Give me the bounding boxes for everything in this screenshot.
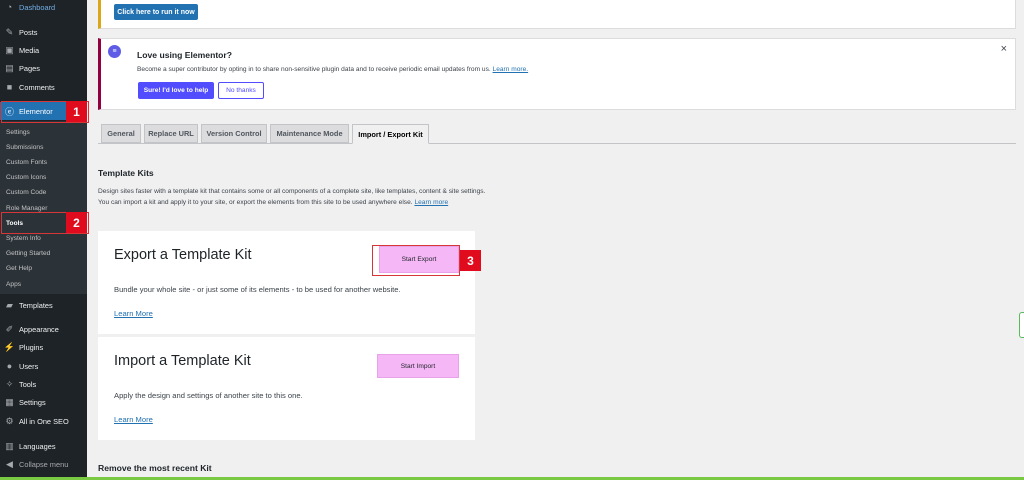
comment-icon: ■ xyxy=(6,82,13,92)
floating-side-tab[interactable] xyxy=(1019,312,1024,338)
tab-import-export-kit[interactable]: Import / Export Kit xyxy=(352,124,429,144)
step-marker-1: 1 xyxy=(66,101,87,122)
tab-maintenance-mode[interactable]: Maintenance Mode xyxy=(270,124,349,143)
nav-pages[interactable]: ▤ Pages xyxy=(0,59,87,77)
import-kit-title: Import a Template Kit xyxy=(114,353,251,369)
nav-languages[interactable]: ▥ Languages xyxy=(0,437,87,455)
step-marker-3: 3 xyxy=(460,250,481,271)
nav-tools[interactable]: ✧ Tools xyxy=(0,375,87,393)
close-icon[interactable]: × xyxy=(1001,43,1007,55)
nav-collapse-menu[interactable]: ◀ Collapse menu xyxy=(0,455,87,473)
elementor-submenu: Settings Submissions Custom Fonts Custom… xyxy=(0,121,87,294)
optin-decline-button[interactable]: No thanks xyxy=(218,82,264,99)
elementor-logo-icon: ≡ xyxy=(108,45,121,58)
tab-replace-url[interactable]: Replace URL xyxy=(144,124,198,143)
submenu-custom-fonts[interactable]: Custom Fonts xyxy=(6,155,47,169)
submenu-custom-code[interactable]: Custom Code xyxy=(6,185,46,199)
tab-version-control[interactable]: Version Control xyxy=(201,124,267,143)
nav-dashboard[interactable]: ◔ Dashboard xyxy=(0,0,87,16)
export-kit-title: Export a Template Kit xyxy=(114,247,252,263)
submenu-submissions[interactable]: Submissions xyxy=(6,140,43,154)
nav-all-in-one-seo[interactable]: ⚙ All in One SEO xyxy=(0,412,87,430)
remove-kit-heading: Remove the most recent Kit xyxy=(98,463,212,473)
template-kits-desc-2: You can import a kit and apply it to you… xyxy=(98,199,449,206)
languages-icon: ▥ xyxy=(5,440,14,451)
nav-comments[interactable]: ■ Comments xyxy=(0,78,87,96)
tab-general[interactable]: General xyxy=(101,124,141,143)
media-icon: ▣ xyxy=(5,44,14,55)
database-update-notice: Click here to run it now xyxy=(98,0,1016,29)
folder-icon: ▰ xyxy=(6,299,13,310)
run-update-button[interactable]: Click here to run it now xyxy=(114,4,198,20)
nav-users[interactable]: ● Users xyxy=(0,357,87,375)
nav-appearance[interactable]: ✐ Appearance xyxy=(0,320,87,338)
admin-sidebar: ◔ Dashboard ✎ Posts ▣ Media ▤ Pages ■ Comment… xyxy=(0,0,87,480)
template-kits-desc-1: Design sites faster with a template kit … xyxy=(98,188,486,195)
import-learn-more-link[interactable]: Learn More xyxy=(114,415,153,424)
export-learn-more-link[interactable]: Learn More xyxy=(114,309,153,318)
start-import-button[interactable]: Start Import xyxy=(377,354,459,378)
submenu-custom-icons[interactable]: Custom Icons xyxy=(6,170,46,184)
optin-accept-button[interactable]: Sure! I'd love to help xyxy=(138,82,214,99)
page-icon: ▤ xyxy=(5,62,14,73)
notice-title: Love using Elementor? xyxy=(137,50,233,60)
nav-templates[interactable]: ▰ Templates xyxy=(0,296,87,314)
plugin-icon: ⚡ xyxy=(3,341,16,352)
export-kit-desc: Bundle your whole site - or just some of… xyxy=(114,285,401,294)
submenu-getting-started[interactable]: Getting Started xyxy=(6,246,50,260)
template-kits-heading: Template Kits xyxy=(98,168,154,178)
nav-media[interactable]: ▣ Media xyxy=(0,41,87,59)
import-kit-card: Import a Template Kit Start Import Apply… xyxy=(98,337,475,440)
pin-icon: ✎ xyxy=(5,26,14,37)
nav-posts[interactable]: ✎ Posts xyxy=(0,23,87,41)
wrench-icon: ✧ xyxy=(5,378,14,389)
submenu-settings[interactable]: Settings xyxy=(6,125,30,139)
collapse-icon: ◀ xyxy=(6,458,13,469)
template-kits-learn-more-link[interactable]: Learn more xyxy=(414,199,448,206)
brush-icon: ✐ xyxy=(5,323,14,334)
submenu-get-help[interactable]: Get Help xyxy=(6,261,32,275)
notice-learn-more-link[interactable]: Learn more. xyxy=(493,66,529,73)
nav-plugins[interactable]: ⚡ Plugins xyxy=(0,338,87,356)
seo-icon: ⚙ xyxy=(5,415,14,426)
tabs-divider xyxy=(98,143,1016,144)
dashboard-icon: ◔ xyxy=(6,2,13,12)
user-icon: ● xyxy=(6,361,13,371)
highlight-start-export xyxy=(372,245,460,276)
import-kit-desc: Apply the design and settings of another… xyxy=(114,391,303,400)
step-marker-2: 2 xyxy=(66,212,87,233)
submenu-apps[interactable]: Apps xyxy=(6,277,21,291)
notice-text: Become a super contributor by opting in … xyxy=(137,66,529,73)
nav-settings[interactable]: ▦ Settings xyxy=(0,393,87,411)
settings-icon: ▦ xyxy=(5,396,14,407)
elementor-optin-notice: ≡ Love using Elementor? Become a super c… xyxy=(98,38,1016,110)
